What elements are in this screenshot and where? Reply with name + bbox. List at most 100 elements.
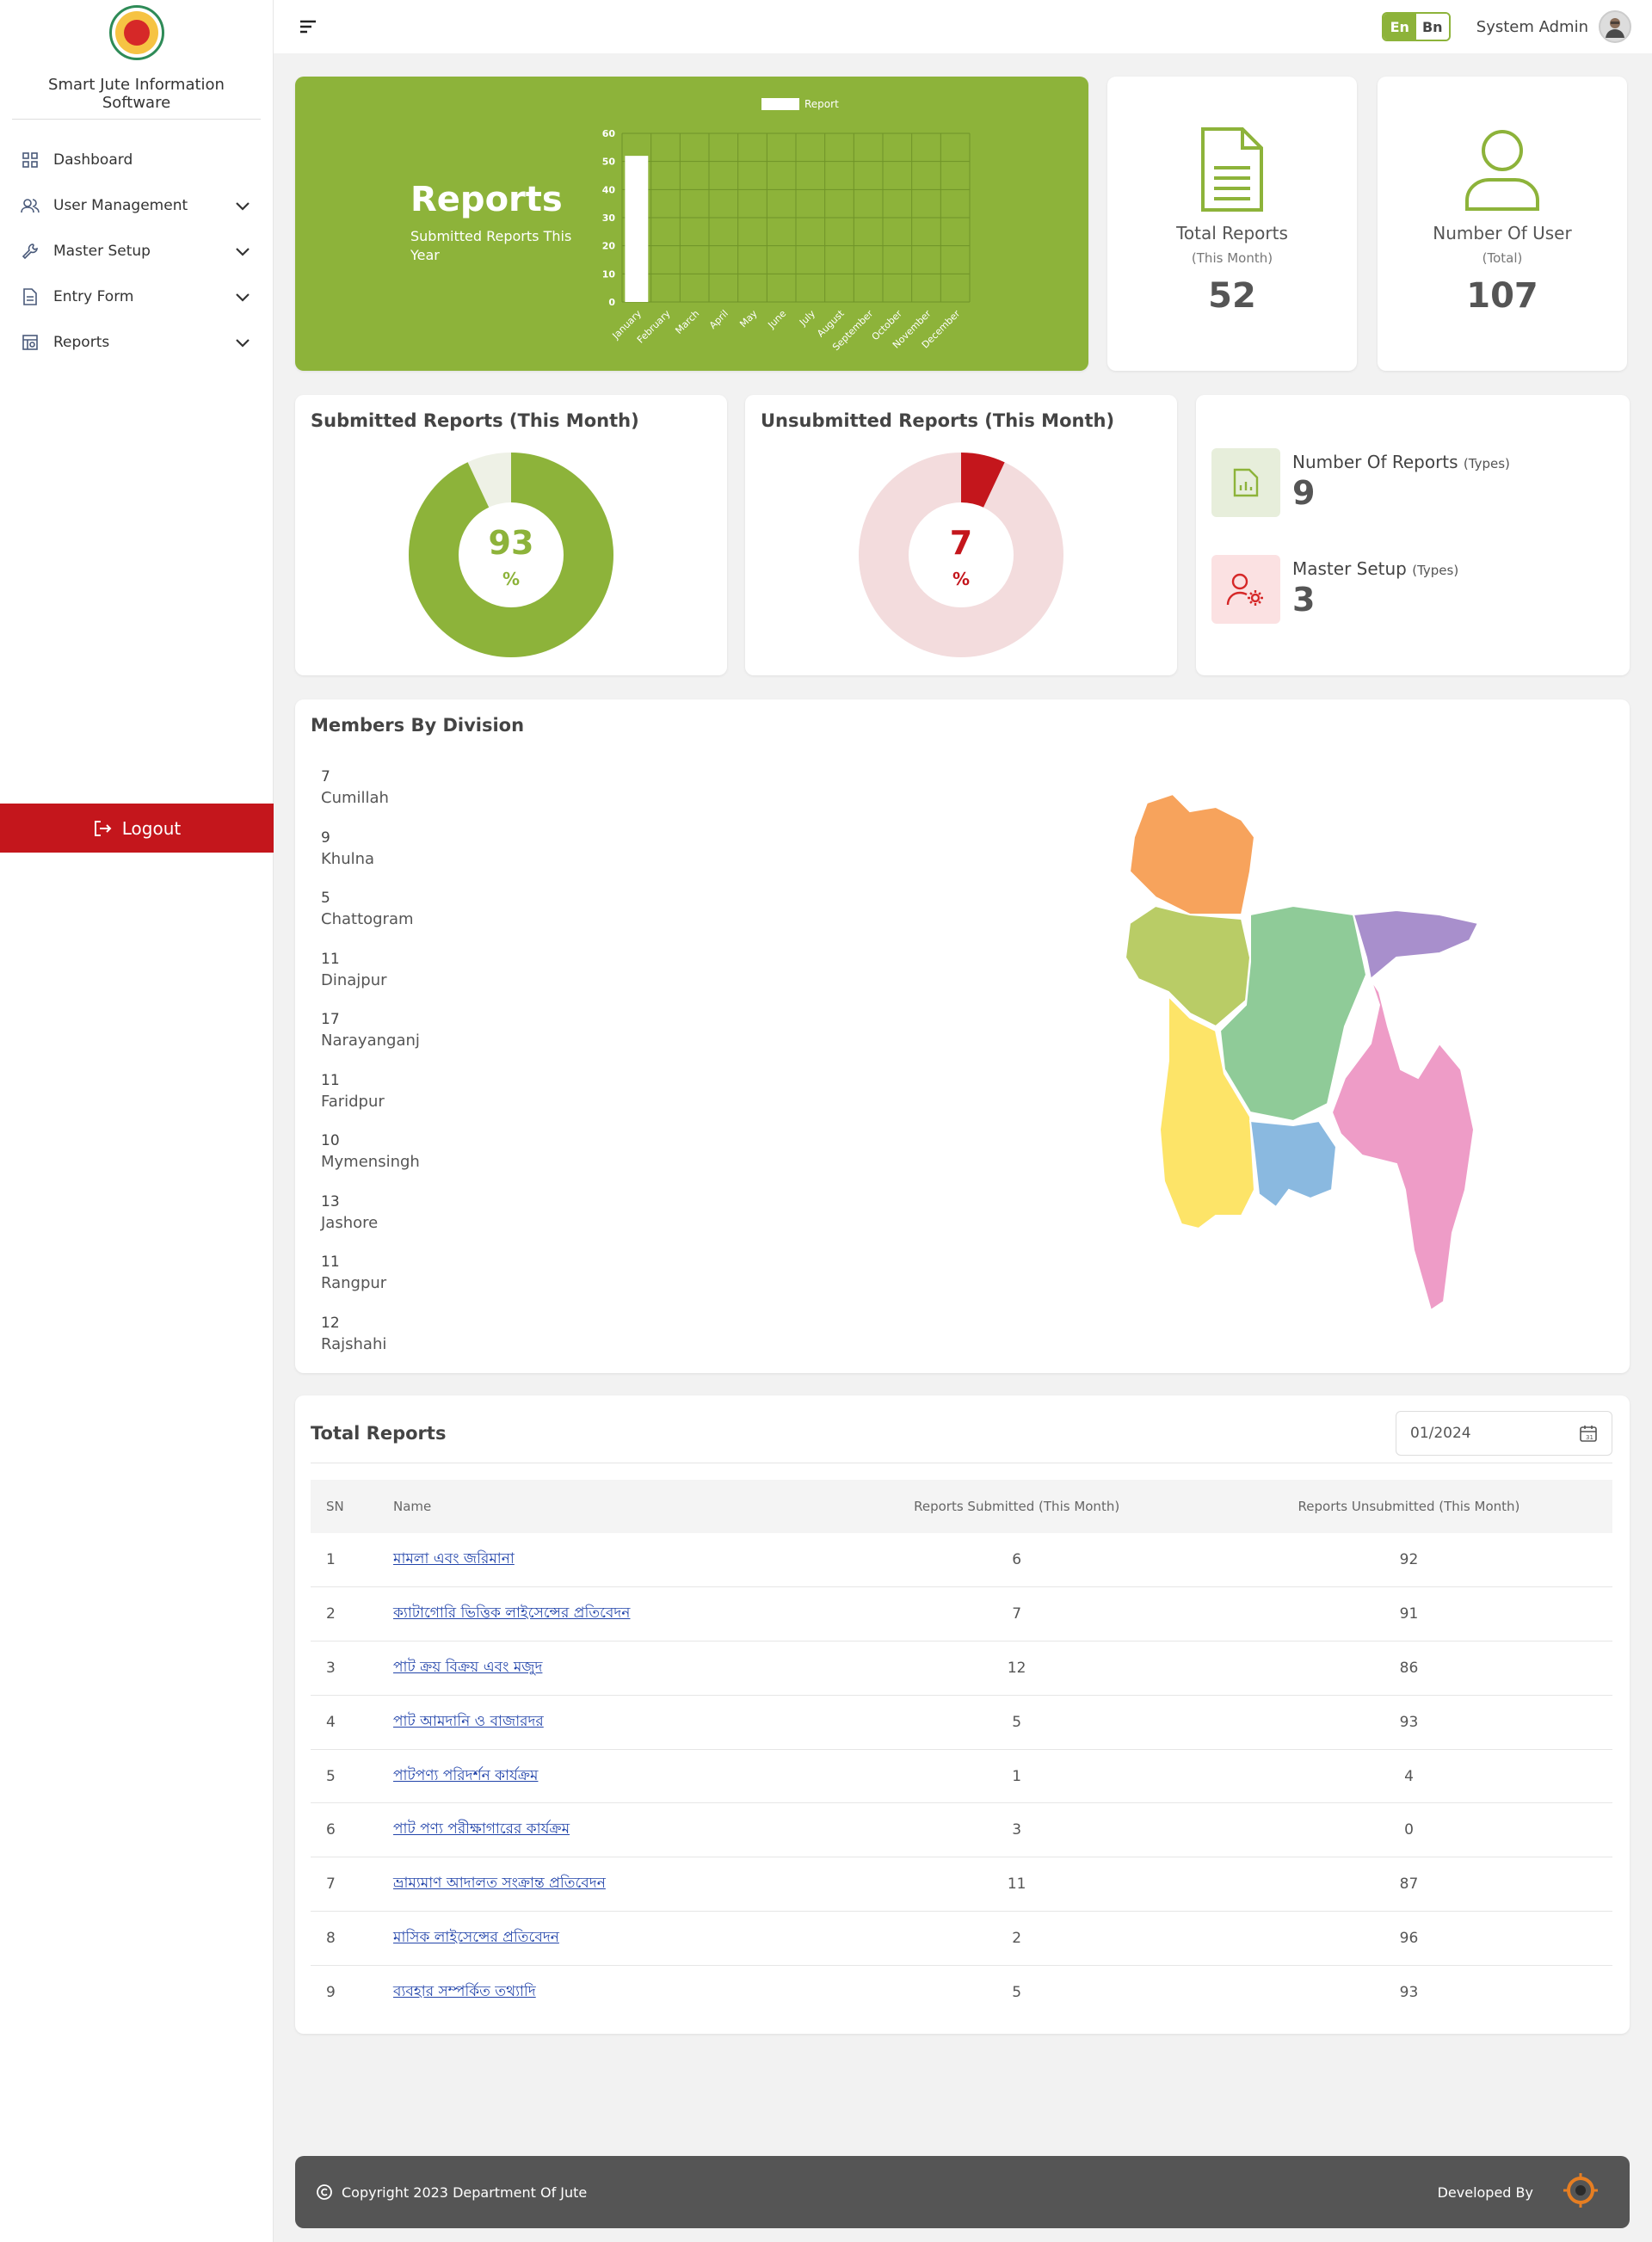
copyright-icon	[317, 2184, 332, 2200]
map-region-sylhet	[1352, 909, 1480, 981]
lang-bn-button[interactable]: Bn	[1415, 14, 1449, 40]
unsubmitted-reports-card: Unsubmitted Reports (This Month) 7 %	[745, 395, 1177, 675]
y-tick-label: 50	[602, 157, 616, 168]
bar-january	[625, 156, 649, 302]
map-region-rangpur	[1128, 792, 1256, 915]
division-list: 7 Cumillah 9 Khulna 5 Chattogram 11 Dinajpur…	[321, 768, 420, 1375]
government-logo[interactable]	[108, 5, 164, 60]
reports-table: SN Name Reports Submitted (This Month) R…	[311, 1480, 1612, 2019]
report-link[interactable]: পাটপণ্য পরিদর্শন কার্যক্রম	[393, 1767, 538, 1784]
number-of-user-value: 107	[1466, 276, 1538, 316]
chevron-down-icon	[236, 338, 250, 348]
logout-button[interactable]: Logout	[0, 804, 274, 853]
division-item: 7 Cumillah	[321, 768, 389, 807]
bangladesh-division-map[interactable]	[1121, 785, 1500, 1319]
report-types-label: Number Of Reports (Types)	[1292, 452, 1510, 472]
month-picker-value: 01/2024	[1410, 1425, 1471, 1442]
y-tick-label: 20	[602, 241, 616, 252]
report-types-value: 9	[1292, 474, 1316, 512]
reports-summary-card: Reports Submitted Reports This Year Repo…	[295, 77, 1088, 371]
wrench-icon	[21, 242, 40, 261]
table-row: 7 ভ্রাম্যমাণ আদালত সংক্রান্ত প্রতিবেদন 11 8…	[311, 1857, 1612, 1912]
app-name: Smart Jute Information Software	[12, 76, 261, 120]
document-icon	[21, 287, 40, 306]
monthly-report-bar-chart: Report0102030405060JanuaryFebruary March A…	[602, 98, 971, 353]
number-of-user-label: Number Of User	[1433, 223, 1572, 243]
users-icon	[21, 196, 40, 215]
division-item: 17 Narayanganj	[321, 1011, 420, 1050]
menu-toggle-icon[interactable]	[298, 16, 318, 37]
report-link[interactable]: মামলা এবং জরিমানা	[393, 1550, 515, 1568]
y-tick-label: 10	[602, 268, 616, 280]
table-row: 8 মাসিক লাইসেন্সের প্রতিবেদন 2 96	[311, 1912, 1612, 1966]
master-setup-types-value: 3	[1292, 581, 1316, 619]
column-header-unsubmitted: Reports Unsubmitted (This Month)	[1298, 1499, 1520, 1514]
number-of-user-card: Number Of User (Total) 107	[1378, 77, 1627, 371]
report-link[interactable]: মাসিক লাইসেন্সের প্রতিবেদন	[393, 1929, 559, 1946]
report-types-row: Number Of Reports (Types) 9	[1211, 448, 1510, 517]
copyright-text: Copyright 2023 Department Of Jute	[342, 2183, 588, 2201]
reports-title: Reports	[410, 180, 563, 219]
copyright: Copyright 2023 Department Of Jute	[316, 2183, 1438, 2201]
developed-by-label: Developed By	[1437, 2183, 1533, 2201]
table-row: 1 মামলা এবং জরিমানা 6 92	[311, 1533, 1612, 1587]
sidebar-item-user-management[interactable]: User Management	[0, 182, 273, 228]
calendar-icon[interactable]: 31	[1579, 1424, 1598, 1443]
chevron-down-icon	[236, 293, 250, 302]
logout-label: Logout	[121, 817, 182, 839]
sidebar-item-reports[interactable]: Reports	[0, 319, 273, 365]
total-reports-value: 52	[1208, 276, 1256, 316]
x-tick-label: June	[765, 308, 788, 331]
report-link[interactable]: পাট পণ্য পরীক্ষাগারের কার্যক্রম	[393, 1820, 570, 1838]
division-item: 11 Faridpur	[321, 1071, 385, 1111]
chevron-down-icon	[236, 201, 250, 211]
sidebar: Smart Jute Information Software Dashboar…	[0, 0, 274, 2242]
unsubmitted-title: Unsubmitted Reports (This Month)	[761, 410, 1115, 431]
number-of-user-sub: (Total)	[1482, 250, 1523, 266]
sidebar-item-label: Entry Form	[53, 287, 134, 305]
submitted-value: 93	[488, 524, 534, 562]
map-region-chittagong	[1330, 978, 1476, 1312]
footer: Copyright 2023 Department Of Jute Develo…	[295, 2156, 1630, 2228]
division-item: 13 Jashore	[321, 1192, 379, 1232]
developer-logo[interactable]	[1552, 2164, 1609, 2220]
y-tick-label: 30	[602, 212, 616, 224]
x-tick-label: March	[673, 308, 701, 336]
table-row: 2 ক্যাটাগোরি ভিত্তিক লাইসেন্সের প্রতিবেদন…	[311, 1587, 1612, 1641]
month-picker-input[interactable]: 01/2024 31	[1396, 1411, 1612, 1456]
table-header-row: SN Name Reports Submitted (This Month) R…	[311, 1480, 1612, 1533]
master-setup-types-label: Master Setup (Types)	[1292, 558, 1459, 579]
user-icon	[1378, 126, 1627, 212]
division-item: 11 Dinajpur	[321, 950, 387, 989]
sidebar-nav: Dashboard User Management Master Setup E…	[0, 137, 273, 365]
lang-en-button[interactable]: En	[1383, 14, 1416, 40]
report-link[interactable]: ক্যাটাগোরি ভিত্তিক লাইসেন্সের প্রতিবেদন	[393, 1605, 630, 1622]
avatar[interactable]	[1599, 10, 1631, 43]
report-link[interactable]: পাট আমদানি ও বাজারদর	[393, 1713, 544, 1730]
division-item: 5 Chattogram	[321, 890, 414, 928]
legend-label: Report	[804, 98, 839, 110]
sidebar-item-dashboard[interactable]: Dashboard	[0, 137, 273, 182]
y-tick-label: 0	[608, 297, 615, 308]
grid-icon	[21, 151, 40, 169]
submitted-percent: %	[502, 569, 521, 589]
sidebar-item-master-setup[interactable]: Master Setup	[0, 228, 273, 274]
total-reports-card: Total Reports (This Month) 52	[1107, 77, 1357, 371]
x-tick-label: May	[737, 308, 760, 330]
unsubmitted-value: 7	[949, 524, 973, 562]
user-avatar-icon	[1606, 18, 1624, 38]
language-switch: En Bn	[1381, 12, 1451, 41]
user-name[interactable]: System Admin	[1476, 18, 1588, 36]
report-link[interactable]: পাট ক্রয় বিক্রয় এবং মজুদ	[393, 1659, 542, 1676]
members-title: Members By Division	[311, 715, 525, 736]
chevron-down-icon	[236, 247, 250, 256]
report-link[interactable]: ব্যবহার সম্পর্কিত তথ্যাদি	[393, 1983, 536, 2000]
report-icon	[21, 333, 40, 352]
total-reports-sub: (This Month)	[1191, 250, 1273, 266]
table-row: 5 পাটপণ্য পরিদর্শন কার্যক্রম 1 4	[311, 1749, 1612, 1803]
document-lines-icon	[1107, 126, 1357, 212]
members-by-division-card: Members By Division 7 Cumillah 9 Khulna 5C…	[295, 699, 1630, 1373]
sidebar-item-entry-form[interactable]: Entry Form	[0, 274, 273, 319]
report-link[interactable]: ভ্রাম্যমাণ আদালত সংক্রান্ত প্রতিবেদন	[393, 1875, 606, 1892]
column-header-submitted: Reports Submitted (This Month)	[914, 1499, 1120, 1514]
